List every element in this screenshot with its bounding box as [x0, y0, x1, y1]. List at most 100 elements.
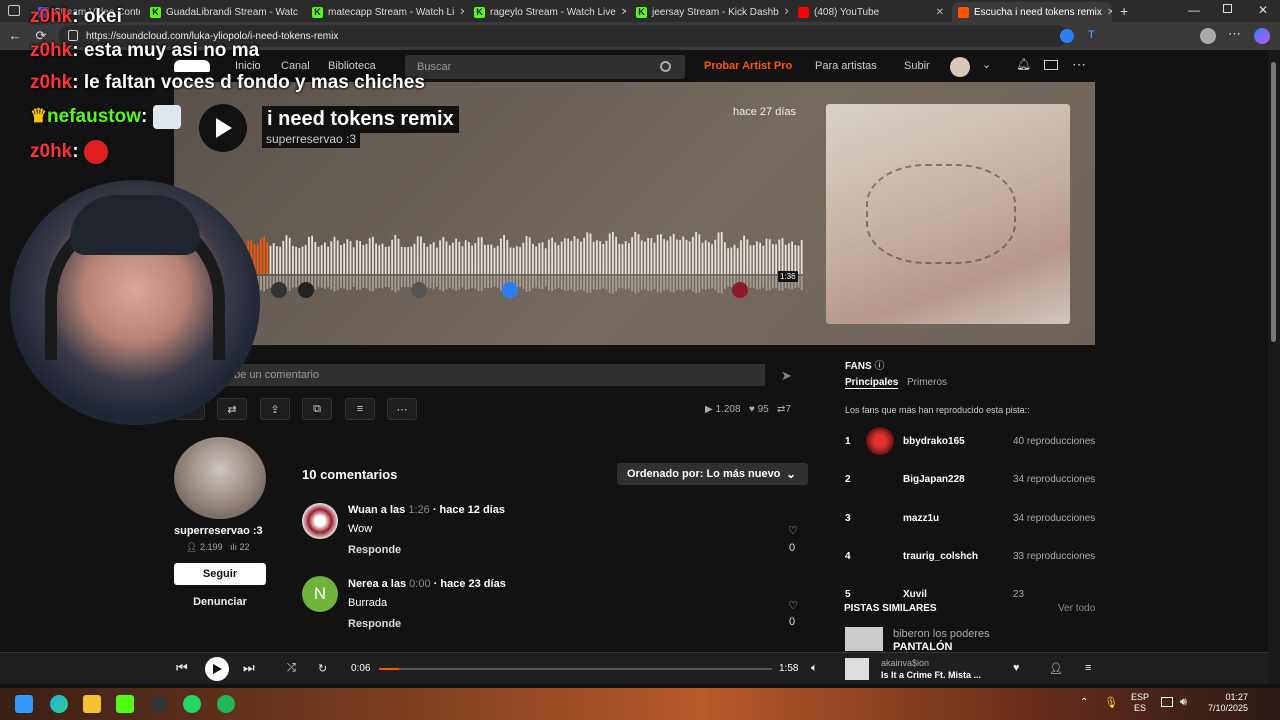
fan-name[interactable]: bbydrako165 — [903, 436, 965, 447]
report-button[interactable]: Denunciar — [174, 596, 266, 608]
waveform-comment-avatar[interactable] — [502, 282, 518, 298]
copy-link-button[interactable]: ⧉ — [302, 398, 332, 420]
profile-avatar[interactable] — [1200, 28, 1216, 44]
comment-avatar[interactable] — [302, 503, 338, 539]
reply-button[interactable]: Responde — [348, 544, 401, 556]
tab-youtube[interactable]: (408) YouTube ✕ — [792, 2, 950, 22]
scrollbar[interactable] — [1268, 50, 1280, 684]
more-options-icon[interactable]: ⋯ — [1072, 56, 1086, 73]
more-actions-button[interactable]: ⋯ — [387, 398, 417, 420]
similar-track-artist[interactable]: biberon los poderes — [893, 628, 990, 640]
close-icon[interactable]: ✕ — [621, 7, 626, 18]
fan-name[interactable]: BigJapan228 — [903, 474, 965, 485]
more-icon[interactable]: ⋯ — [1228, 26, 1241, 42]
microphone-icon[interactable]: 🎙︎ — [1104, 696, 1118, 709]
add-to-playlist-button[interactable]: ≡ — [345, 398, 375, 420]
tab-first-fans[interactable]: Primeros — [907, 377, 947, 388]
fan-name[interactable]: mazz1u — [903, 513, 939, 524]
now-playing-artwork[interactable] — [845, 658, 869, 680]
follow-button[interactable]: Seguir — [174, 563, 266, 585]
comment-like-icon[interactable]: ♡ — [787, 599, 799, 612]
tab-rageylo[interactable]: K rageylo Stream - Watch Live ✕ — [468, 2, 626, 22]
tab-soundcloud[interactable]: Escucha i need tokens remix ✕ — [952, 2, 1112, 22]
share-button[interactable]: ⇪ — [260, 398, 290, 420]
follow-user-icon[interactable]: 👤︎ — [1049, 662, 1063, 675]
tab-top-fans[interactable]: Principales — [845, 377, 899, 389]
window-menu-icon[interactable] — [8, 5, 20, 16]
volume-tray-icon[interactable]: 🔊︎ — [1180, 696, 1187, 709]
next-icon[interactable]: ⏭ — [243, 660, 255, 676]
previous-icon[interactable]: ⏮ — [176, 660, 188, 676]
language-indicator[interactable]: ESP ES — [1131, 692, 1149, 714]
comment-timestamp[interactable]: 0:00 — [409, 578, 430, 590]
fan-name[interactable]: traurig_colshch — [903, 551, 978, 562]
tab-matecapp[interactable]: K matecapp Stream - Watch Li ✕ — [306, 2, 464, 22]
waveform-comment-avatar[interactable] — [298, 282, 314, 298]
comments-sort-select[interactable]: Ordenado por: Lo más nuevo ⌄ — [617, 463, 808, 485]
notifications-icon[interactable]: 🔔︎ — [1016, 57, 1031, 71]
system-clock[interactable]: 01:27 7/10/2025 — [1206, 692, 1248, 714]
uploader-avatar[interactable] — [174, 437, 266, 519]
waveform-comment-avatar[interactable] — [732, 282, 748, 298]
spotify-icon[interactable] — [217, 695, 235, 713]
user-avatar[interactable] — [950, 57, 970, 77]
comment-input[interactable]: ribe un comentario — [180, 364, 765, 386]
obs-icon[interactable] — [150, 695, 168, 713]
close-icon[interactable]: ✕ — [459, 7, 464, 18]
new-tab-button[interactable]: + — [1120, 3, 1128, 19]
back-button[interactable]: ← — [6, 27, 24, 45]
network-icon[interactable] — [1161, 697, 1173, 707]
scrollbar-thumb[interactable] — [1271, 62, 1276, 342]
maximize-button[interactable] — [1223, 4, 1232, 13]
edge-icon[interactable] — [50, 695, 68, 713]
file-explorer-icon[interactable] — [83, 695, 101, 713]
copilot-icon[interactable] — [1254, 28, 1270, 44]
repost-button[interactable]: ⇄ — [217, 398, 247, 420]
for-artists-link[interactable]: Para artistas — [815, 60, 877, 72]
tray-chevron-icon[interactable]: ⌃ — [1080, 697, 1088, 708]
nav-library[interactable]: Biblioteca — [328, 60, 376, 72]
close-icon[interactable]: ✕ — [936, 7, 944, 18]
minimize-button[interactable]: — — [1188, 3, 1200, 17]
send-comment-icon[interactable]: ➤ — [781, 368, 792, 384]
queue-icon[interactable]: ≡ — [1085, 662, 1091, 674]
messages-icon[interactable] — [1044, 60, 1058, 70]
windows-start-icon[interactable] — [15, 695, 33, 713]
kick-icon[interactable] — [116, 695, 134, 713]
fan-name[interactable]: Xuvil — [903, 589, 927, 598]
comment-like-icon[interactable]: ♡ — [787, 524, 799, 537]
see-all-link[interactable]: Ver todo — [1058, 603, 1095, 614]
artist-pro-link[interactable]: Probar Artist Pro — [704, 60, 792, 72]
chevron-down-icon[interactable]: ⌄ — [982, 58, 991, 71]
whatsapp-icon[interactable] — [183, 695, 201, 713]
close-icon[interactable]: ✕ — [784, 7, 788, 18]
shuffle-icon[interactable]: ⤮ — [287, 662, 296, 675]
upload-link[interactable]: Subir — [904, 60, 930, 72]
reply-button[interactable]: Responde — [348, 618, 401, 630]
fan-avatar[interactable] — [866, 427, 894, 455]
search-icon[interactable] — [660, 61, 671, 72]
uploader-name[interactable]: superreservao :3 — [174, 525, 263, 537]
waveform-comment-avatar[interactable] — [271, 282, 287, 298]
now-playing-artist[interactable]: akainva$ion — [881, 658, 929, 668]
extension-icon[interactable] — [1060, 29, 1074, 43]
play-button[interactable] — [199, 104, 247, 152]
comment-user[interactable]: Nerea a las — [348, 578, 406, 590]
comment-user[interactable]: Wuan a las — [348, 504, 405, 516]
close-window-button[interactable]: ✕ — [1258, 3, 1268, 17]
close-icon[interactable]: ✕ — [1107, 7, 1112, 18]
comment-timestamp[interactable]: 1:26 — [408, 504, 429, 516]
waveform-comment-avatar[interactable] — [411, 282, 427, 298]
similar-track-artwork[interactable] — [845, 627, 883, 651]
repeat-icon[interactable]: ↻ — [318, 662, 327, 675]
volume-icon[interactable]: 🔈︎ — [811, 662, 818, 675]
heart-icon[interactable]: ♥ — [1013, 662, 1020, 674]
nav-feed[interactable]: Canal — [281, 60, 310, 72]
info-icon[interactable]: ⓘ — [874, 361, 884, 372]
tab-guadalibrandi[interactable]: K GuadaLibrandi Stream - Watc ✕ — [144, 2, 302, 22]
translate-icon[interactable]: T — [1088, 29, 1095, 41]
progress-bar[interactable] — [379, 668, 772, 670]
comment-avatar[interactable]: N — [302, 576, 338, 612]
waveform[interactable] — [234, 232, 814, 302]
now-playing-title[interactable]: Is It a Crime Ft. Mista ... — [881, 670, 981, 680]
